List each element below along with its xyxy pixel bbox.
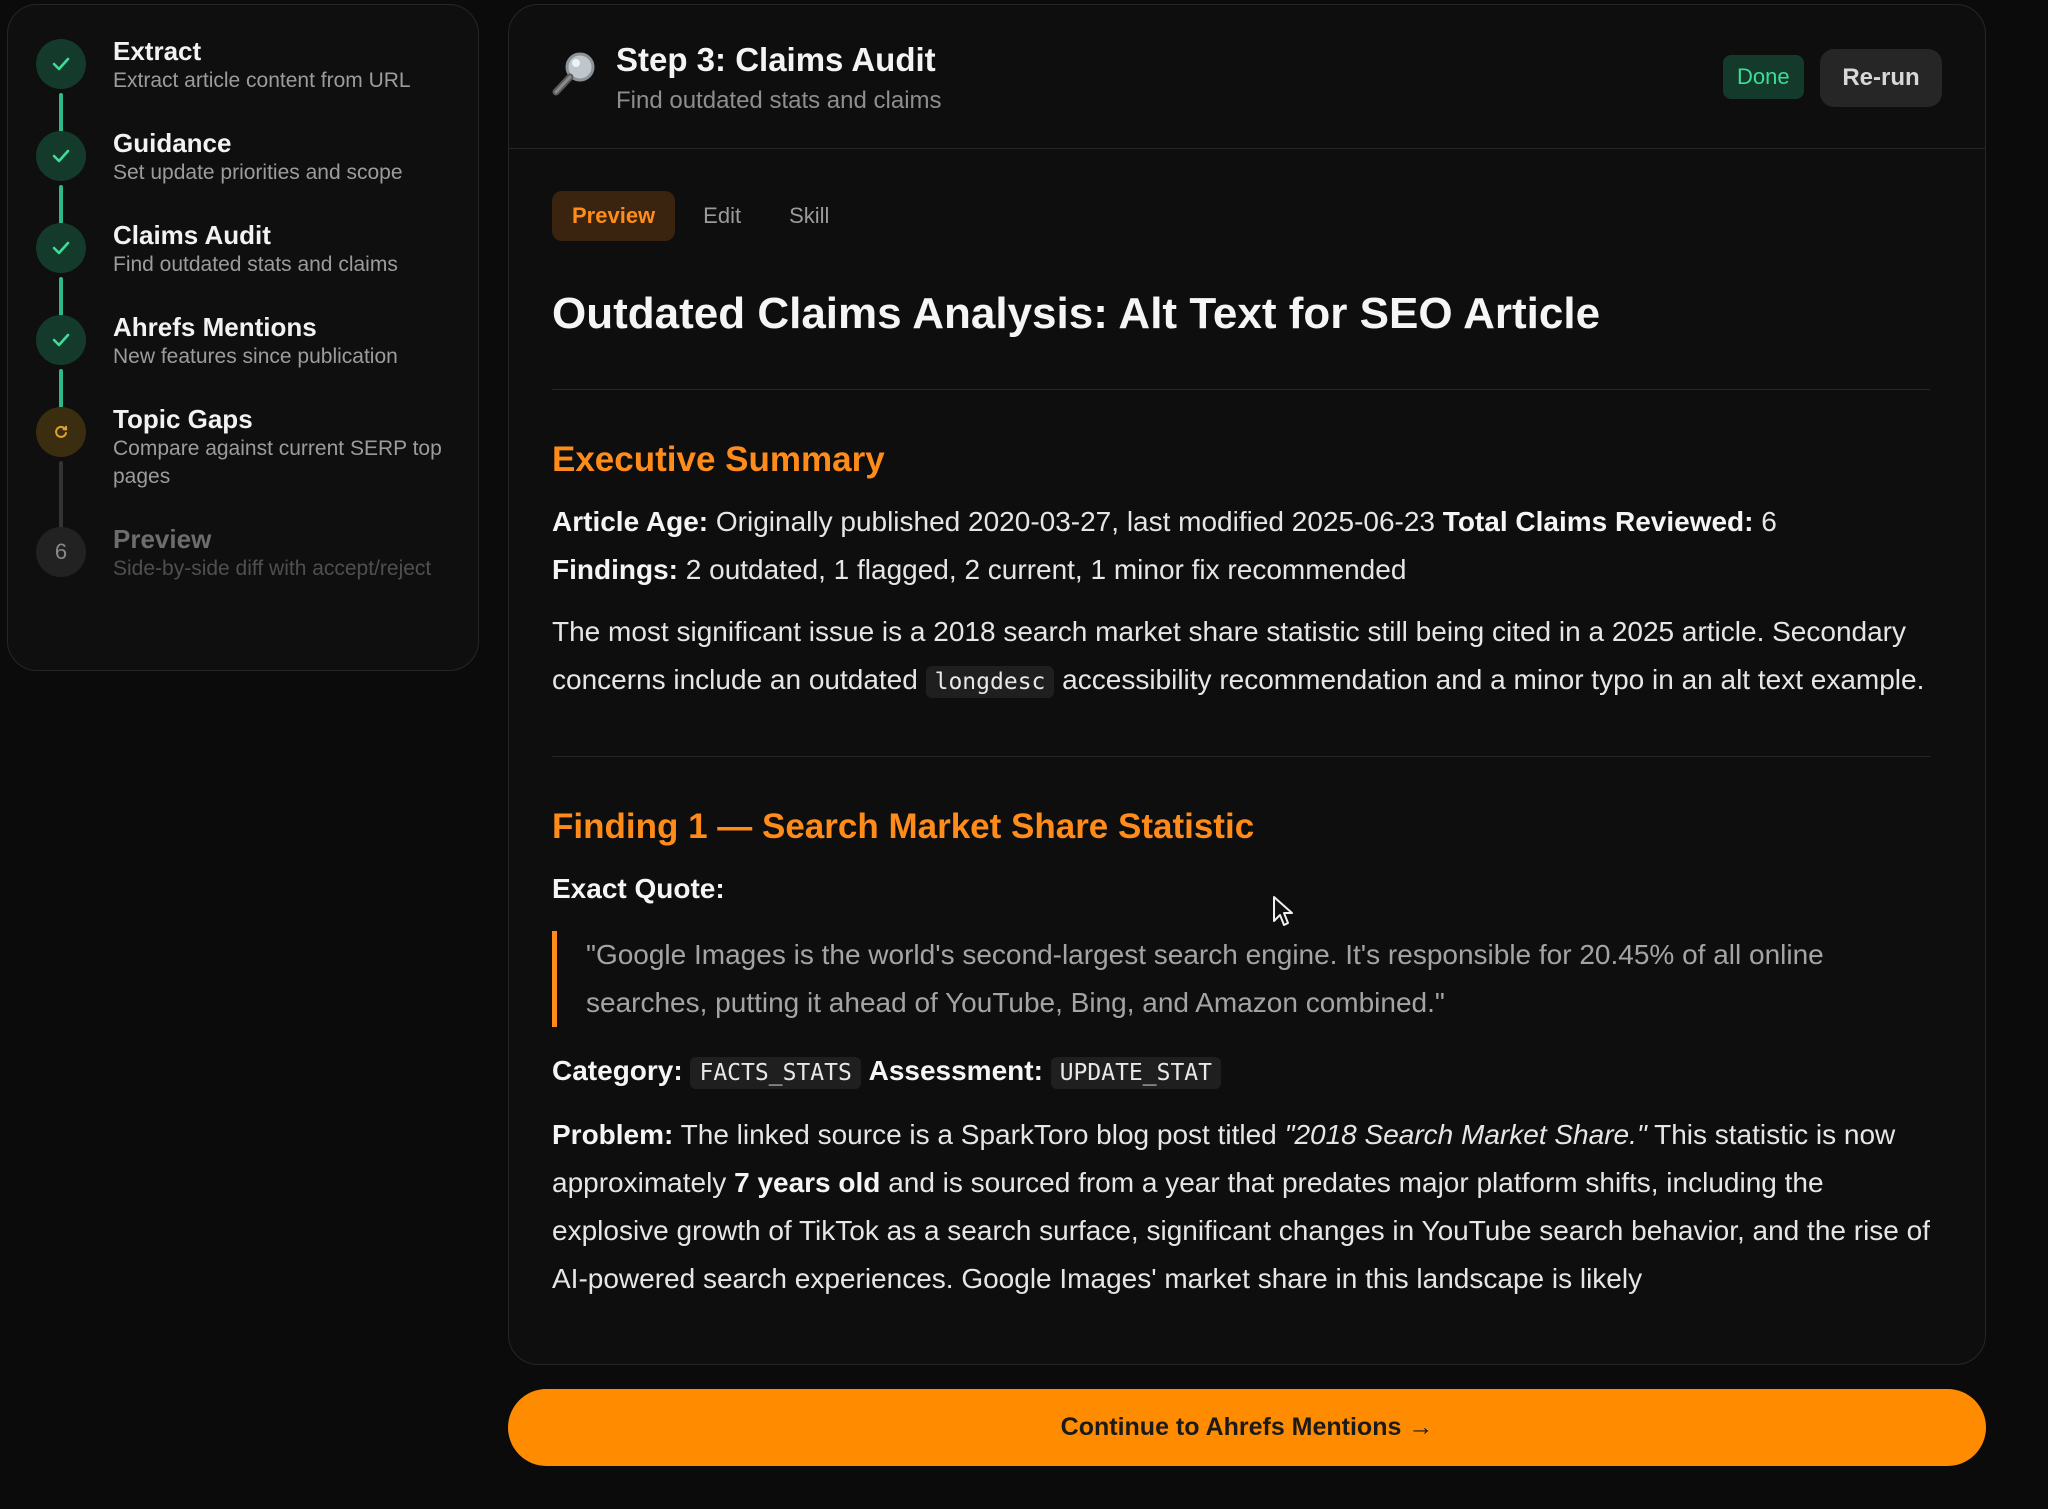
source-title: "2018 Search Market Share." xyxy=(1284,1119,1647,1150)
tab-edit[interactable]: Edit xyxy=(683,191,761,241)
step-header: Step 3: Claims Audit Find outdated stats… xyxy=(509,5,1985,149)
step-subtitle: Find outdated stats and claims xyxy=(113,253,398,276)
step-title: Guidance xyxy=(113,128,232,158)
step-subtitle: Compare against current SERP top pages xyxy=(113,437,442,488)
continue-button[interactable]: Continue to Ahrefs Mentions → xyxy=(508,1389,1986,1466)
document-content: Preview Edit Skill Outdated Claims Analy… xyxy=(552,191,1930,1331)
category-line: Category: FACTS_STATS Assessment: UPDATE… xyxy=(552,1047,1930,1097)
step-panel: Step 3: Claims Audit Find outdated stats… xyxy=(508,4,1986,1365)
step-title: Topic Gaps xyxy=(113,404,253,434)
rerun-button[interactable]: Re-run xyxy=(1820,49,1942,107)
sidebar-step-claims-audit[interactable]: Claims Audit Find outdated stats and cla… xyxy=(8,219,478,323)
step-title: Claims Audit xyxy=(113,220,271,250)
summary-stats: Article Age: Originally published 2020-0… xyxy=(552,498,1930,594)
step-subtitle: New features since publication xyxy=(113,345,398,368)
quote-label-line: Exact Quote: xyxy=(552,865,1930,913)
magnifier-icon xyxy=(552,52,595,96)
scroll-fade xyxy=(552,1291,1930,1331)
step-subtitle: Set update priorities and scope xyxy=(113,161,403,184)
sidebar-step-topic-gaps[interactable]: Topic Gaps Compare against current SERP … xyxy=(8,403,478,535)
step-title: Preview xyxy=(113,524,212,554)
step-title: Extract xyxy=(113,36,202,66)
sidebar-step-guidance[interactable]: Guidance Set update priorities and scope xyxy=(8,127,478,231)
problem-label: Problem: xyxy=(552,1119,674,1150)
divider xyxy=(552,389,1930,390)
age-emphasis: 7 years old xyxy=(734,1167,881,1198)
tab-preview[interactable]: Preview xyxy=(552,191,676,241)
check-icon xyxy=(36,39,86,89)
tab-skill[interactable]: Skill xyxy=(769,191,849,241)
sidebar-step-extract[interactable]: Extract Extract article content from URL xyxy=(8,35,478,139)
step-subtitle: Side-by-side diff with accept/reject xyxy=(113,557,432,580)
executive-summary-heading: Executive Summary xyxy=(552,440,885,479)
status-badge: Done xyxy=(1723,55,1804,99)
article-age-value: Originally published 2020-03-27, last mo… xyxy=(715,506,1436,537)
check-icon xyxy=(36,315,86,365)
loading-icon xyxy=(36,407,86,457)
check-icon xyxy=(36,131,86,181)
summary-text: accessibility recommendation and a minor… xyxy=(1062,664,1925,695)
claims-reviewed-label: Total Claims Reviewed: xyxy=(1442,506,1754,537)
steps-sidebar: Extract Extract article content from URL… xyxy=(7,4,479,671)
step-subtitle: Extract article content from URL xyxy=(113,69,411,92)
sidebar-step-preview[interactable]: 6 Preview Side-by-side diff with accept/… xyxy=(8,523,478,633)
assessment-code: UPDATE_STAT xyxy=(1050,1057,1222,1089)
problem-paragraph: Problem: The linked source is a SparkTor… xyxy=(552,1111,1930,1303)
category-label: Category: xyxy=(552,1055,683,1086)
claims-reviewed-value: 6 xyxy=(1761,506,1777,537)
check-icon xyxy=(36,223,86,273)
problem-text: The linked source is a SparkToro blog po… xyxy=(680,1119,1277,1150)
assessment-label: Assessment: xyxy=(868,1055,1043,1086)
step-number: 6 xyxy=(36,527,86,577)
inline-code: longdesc xyxy=(925,666,1055,698)
findings-label: Findings: xyxy=(552,554,678,585)
finding-1-heading: Finding 1 — Search Market Share Statisti… xyxy=(552,807,1255,846)
mouse-cursor-icon xyxy=(1273,896,1293,926)
step-title: Ahrefs Mentions xyxy=(113,312,317,342)
article-age-label: Article Age: xyxy=(552,506,709,537)
view-tabs: Preview Edit Skill xyxy=(552,191,1930,241)
summary-paragraph: The most significant issue is a 2018 sea… xyxy=(552,608,1930,706)
document-title: Outdated Claims Analysis: Alt Text for S… xyxy=(552,289,1601,338)
exact-quote-label: Exact Quote: xyxy=(552,873,725,904)
sidebar-step-ahrefs-mentions[interactable]: Ahrefs Mentions New features since publi… xyxy=(8,311,478,415)
category-code: FACTS_STATS xyxy=(690,1057,861,1089)
findings-value: 2 outdated, 1 flagged, 2 current, 1 mino… xyxy=(685,554,1407,585)
exact-quote: "Google Images is the world's second-lar… xyxy=(552,931,1930,1027)
divider xyxy=(552,756,1930,757)
page-subtitle: Find outdated stats and claims xyxy=(616,87,942,114)
page-title: Step 3: Claims Audit xyxy=(616,41,936,78)
